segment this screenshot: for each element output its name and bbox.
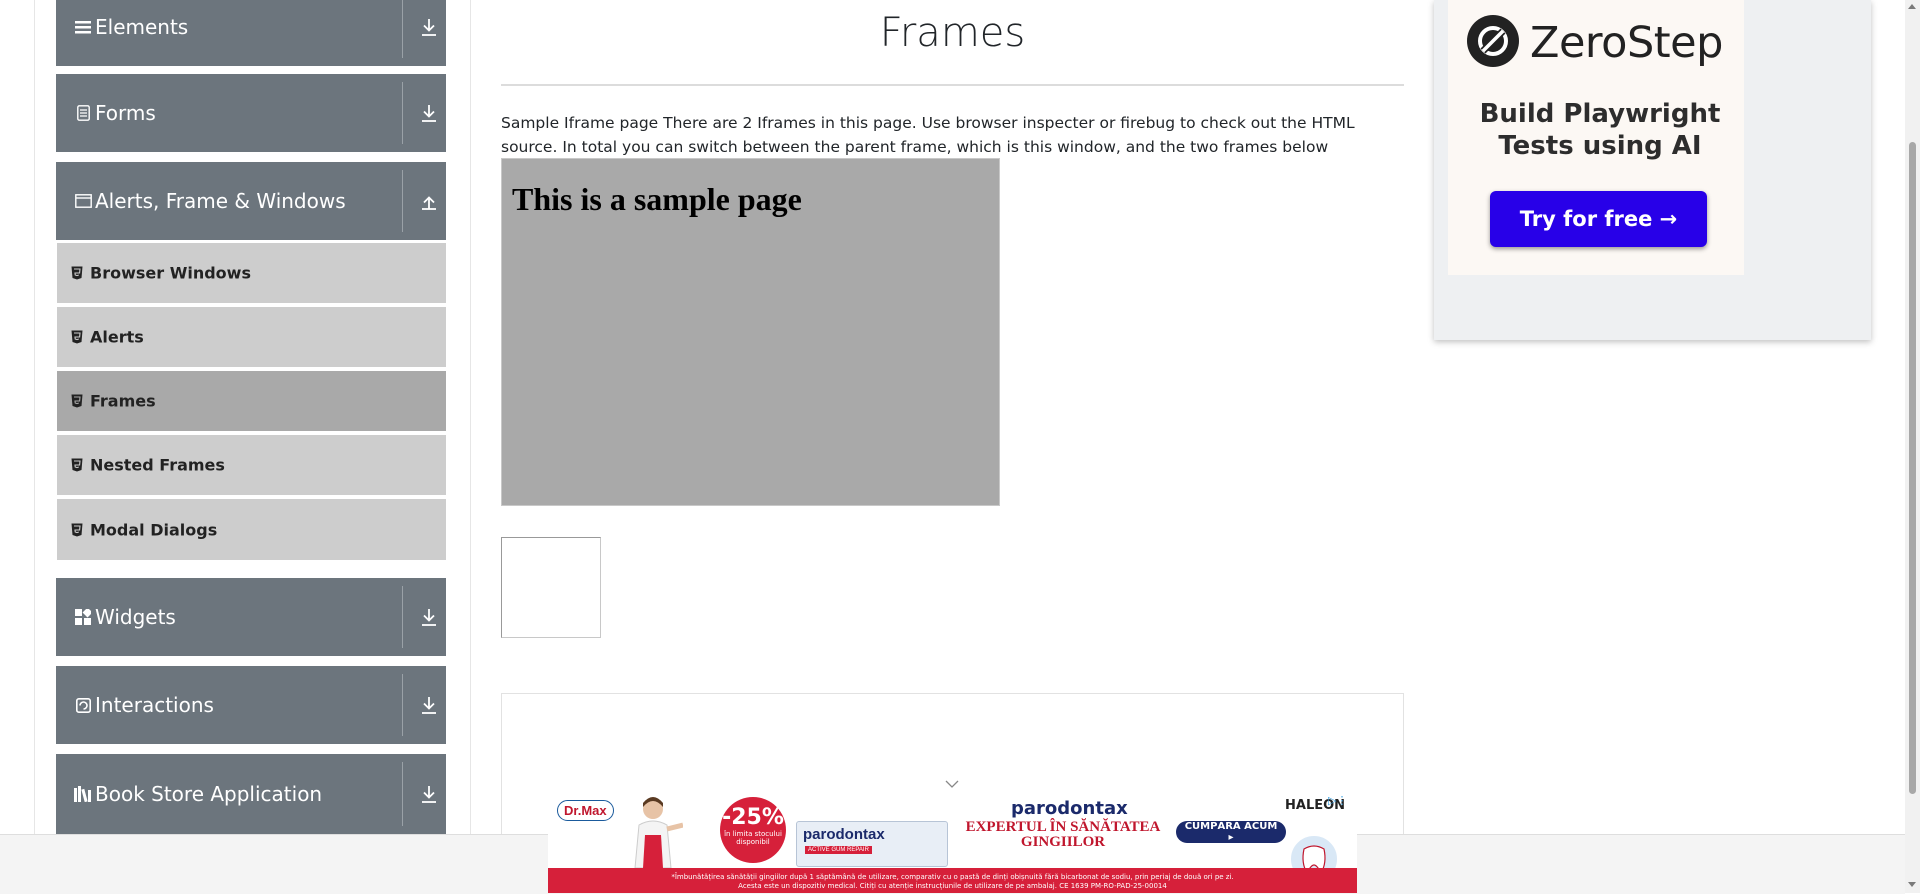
group-label: Widgets: [95, 605, 176, 629]
adchoices-icon[interactable]: ▷⋮: [1328, 794, 1347, 807]
menu-item-alerts[interactable]: Alerts: [57, 307, 446, 369]
download-arrow-icon[interactable]: [420, 784, 438, 804]
brand-name: parodontax: [1011, 798, 1128, 819]
group-alerts-frame-windows[interactable]: Alerts, Frame & Windows: [56, 162, 446, 240]
group-book-store[interactable]: Book Store Application: [56, 754, 446, 834]
scrollbar-thumb[interactable]: [1909, 142, 1916, 794]
group-label: Book Store Application: [95, 782, 323, 806]
disclaimer-line: Acesta este un dispozitiv medical. Citiț…: [738, 882, 1167, 890]
zerostep-logo-icon: [1467, 15, 1519, 67]
download-arrow-icon[interactable]: [420, 17, 438, 37]
banner-ad[interactable]: Dr.Max -25% în limita stocului disponibi…: [548, 793, 1357, 893]
group-separator: [402, 674, 403, 736]
download-arrow-icon[interactable]: [420, 607, 438, 627]
drmax-logo: Dr.Max: [557, 800, 614, 821]
product-subtitle: ACTIVE GUM REPAIR: [805, 846, 872, 854]
scroll-down-arrow-icon[interactable]: [1908, 882, 1916, 887]
frame-heading: This is a sample page: [512, 181, 802, 217]
try-for-free-button[interactable]: Try for free →: [1490, 191, 1707, 247]
html5-icon: [71, 330, 83, 344]
group-separator: [402, 0, 403, 58]
iframe-frame1[interactable]: This is a sample page: [501, 158, 1000, 506]
books-icon: [74, 785, 92, 803]
title-divider: [501, 84, 1404, 86]
widgets-icon: [74, 608, 92, 626]
group-separator: [402, 82, 403, 144]
sidebar-divider: [470, 0, 471, 836]
group-interactions[interactable]: Interactions: [56, 666, 446, 744]
menu-item-browser-windows[interactable]: Browser Windows: [57, 243, 446, 305]
product-name: parodontax: [803, 826, 885, 843]
intro-text: Sample Iframe page There are 2 Iframes i…: [501, 114, 1355, 156]
page-left-border: [34, 0, 35, 836]
group-separator: [402, 762, 403, 826]
group-widgets[interactable]: Widgets: [56, 578, 446, 656]
pharmacist-image: [623, 795, 684, 869]
group-label: Forms: [95, 101, 156, 125]
menu-item-label: Alerts: [90, 327, 144, 347]
ad-tagline: Build Playwright Tests using AI: [1479, 99, 1721, 161]
menu-item-modal-dialogs[interactable]: Modal Dialogs: [57, 499, 446, 560]
html5-icon: [71, 523, 83, 537]
window-icon: [74, 192, 92, 210]
list-icon: [74, 18, 92, 36]
group-separator: [402, 170, 403, 232]
disclaimer-line: *Îmbunătățirea sănătății gingiilor după …: [671, 873, 1234, 881]
ad-brand: ZeroStep: [1530, 18, 1723, 68]
discount-badge: -25% în limita stocului disponibil: [720, 797, 786, 863]
form-icon: [74, 104, 92, 122]
upload-arrow-icon[interactable]: [420, 191, 438, 211]
html5-icon: [71, 394, 83, 408]
menu-item-label: Nested Frames: [90, 455, 225, 475]
page-title: Frames: [879, 10, 1026, 56]
group-label: Interactions: [95, 693, 214, 717]
group-forms[interactable]: Forms: [56, 74, 446, 152]
download-arrow-icon[interactable]: [420, 695, 438, 715]
menu-item-nested-frames[interactable]: Nested Frames: [57, 435, 446, 497]
download-arrow-icon[interactable]: [420, 103, 438, 123]
discount-value: -25%: [722, 805, 784, 830]
ad-headline: EXPERTUL ÎN SĂNĂTATEA GINGIILOR: [965, 819, 1161, 850]
group-label: Alerts, Frame & Windows: [95, 189, 346, 213]
group-elements[interactable]: Elements: [56, 0, 446, 66]
menu-item-frames[interactable]: Frames: [57, 371, 446, 433]
menu-item-label: Modal Dialogs: [90, 520, 218, 539]
menu-item-label: Frames: [90, 391, 156, 411]
menu-item-label: Browser Windows: [90, 263, 251, 283]
discount-condition: în limita stocului disponibil: [724, 830, 782, 846]
scroll-up-arrow-icon[interactable]: [1908, 4, 1916, 9]
product-image: parodontax ACTIVE GUM REPAIR: [796, 821, 948, 867]
html5-icon: [71, 458, 83, 472]
html5-icon: [71, 266, 83, 280]
iframe-frame2[interactable]: [501, 537, 601, 638]
interactions-icon: [74, 696, 92, 714]
chevron-down-icon[interactable]: [945, 776, 959, 788]
group-label: Elements: [95, 15, 189, 39]
group-separator: [402, 586, 403, 648]
buy-now-button[interactable]: CUMPĂRĂ ACUM ▸: [1176, 821, 1286, 843]
disclaimer-text: *Îmbunătățirea sănătății gingiilor după …: [548, 873, 1357, 891]
